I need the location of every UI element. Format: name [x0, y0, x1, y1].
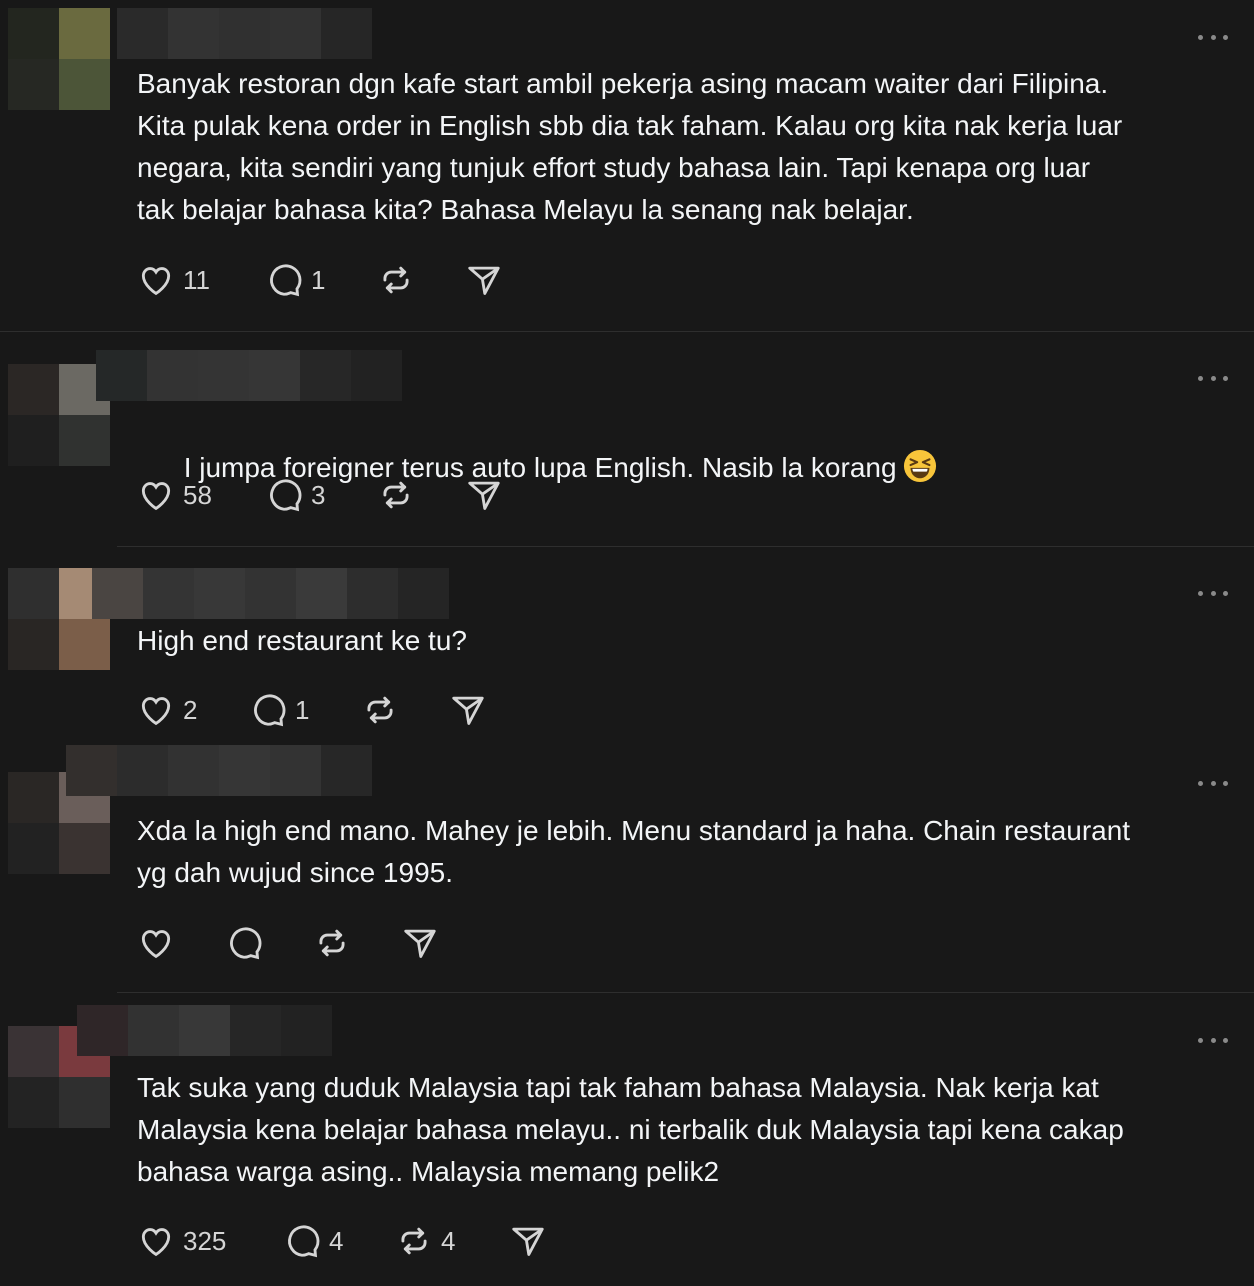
- more-options-icon[interactable]: [1198, 778, 1228, 788]
- repost-count: 4: [441, 1225, 456, 1256]
- reply-count: 3: [311, 479, 326, 510]
- comment-bubble-icon: [270, 264, 302, 297]
- reply-post: Tak suka yang duduk Malaysia tapi tak fa…: [0, 993, 1254, 1286]
- reply-post: High end restaurant ke tu? 2 1: [0, 547, 1254, 737]
- repost-button[interactable]: [313, 923, 401, 963]
- reply-button[interactable]: 3: [265, 475, 377, 515]
- like-count: 11: [183, 264, 210, 295]
- like-count: 2: [183, 694, 198, 725]
- repost-button[interactable]: [361, 690, 449, 730]
- reply-count: 4: [329, 1225, 344, 1256]
- post-actions: 325 4 4: [137, 1221, 547, 1261]
- more-options-icon[interactable]: [1198, 373, 1228, 383]
- send-icon: [468, 481, 500, 510]
- like-count: 58: [183, 479, 212, 510]
- grinning-squinting-face-icon: [903, 449, 936, 483]
- heart-icon: [141, 697, 171, 726]
- thread-replies-feed: Banyak restoran dgn kafe start ambil pek…: [0, 0, 1254, 1286]
- comment-bubble-icon: [288, 1225, 320, 1258]
- more-options-icon[interactable]: [1198, 1035, 1228, 1045]
- repost-button[interactable]: [377, 475, 465, 515]
- repost-icon: [383, 481, 409, 509]
- reply-post: I jumpa foreigner terus auto lupa Englis…: [0, 332, 1254, 547]
- reply-button[interactable]: 1: [265, 260, 377, 300]
- repost-button[interactable]: 4: [395, 1221, 509, 1261]
- post-actions: 58 3: [137, 475, 503, 515]
- reply-count: 1: [311, 264, 326, 295]
- reply-count: 1: [295, 694, 310, 725]
- post-actions: 11 1: [137, 260, 503, 300]
- send-icon: [512, 1227, 544, 1256]
- send-icon: [404, 929, 436, 958]
- username-redacted[interactable]: [77, 1005, 332, 1056]
- comment-bubble-icon: [270, 479, 302, 512]
- repost-icon: [383, 266, 409, 294]
- like-button[interactable]: 11: [137, 260, 265, 300]
- like-button[interactable]: 2: [137, 690, 249, 730]
- share-button[interactable]: [449, 690, 487, 730]
- comment-bubble-icon: [230, 927, 262, 960]
- reply-button[interactable]: [225, 923, 313, 963]
- share-button[interactable]: [465, 260, 503, 300]
- avatar[interactable]: [8, 364, 110, 466]
- post-actions: 2 1: [137, 690, 487, 730]
- comment-bubble-icon: [254, 694, 286, 727]
- share-button[interactable]: [465, 475, 503, 515]
- post-text: Banyak restoran dgn kafe start ambil pek…: [137, 68, 1123, 225]
- username-redacted[interactable]: [92, 568, 449, 619]
- heart-icon: [141, 1228, 171, 1257]
- repost-icon: [367, 696, 393, 724]
- reply-button[interactable]: 4: [283, 1221, 395, 1261]
- post-text: Xda la high end mano. Mahey je lebih. Me…: [137, 815, 1131, 888]
- username-redacted[interactable]: [117, 8, 372, 59]
- heart-icon: [141, 482, 171, 511]
- share-button[interactable]: [509, 1221, 547, 1261]
- like-button[interactable]: 325: [137, 1221, 283, 1261]
- like-button[interactable]: 58: [137, 475, 265, 515]
- reply-post: Banyak restoran dgn kafe start ambil pek…: [0, 0, 1254, 332]
- post-text: High end restaurant ke tu?: [137, 625, 467, 656]
- heart-icon: [141, 267, 171, 296]
- send-icon: [468, 266, 500, 295]
- repost-icon: [401, 1227, 427, 1255]
- heart-icon: [141, 930, 171, 959]
- like-button[interactable]: [137, 923, 225, 963]
- more-options-icon[interactable]: [1198, 32, 1228, 42]
- post-actions: [137, 923, 439, 963]
- send-icon: [452, 696, 484, 725]
- avatar[interactable]: [8, 8, 110, 110]
- username-redacted[interactable]: [66, 745, 372, 796]
- reply-button[interactable]: 1: [249, 690, 361, 730]
- more-options-icon[interactable]: [1198, 588, 1228, 598]
- username-redacted[interactable]: [96, 350, 402, 401]
- post-text: Tak suka yang duduk Malaysia tapi tak fa…: [137, 1072, 1124, 1187]
- reply-post: Xda la high end mano. Mahey je lebih. Me…: [0, 737, 1254, 992]
- repost-button[interactable]: [377, 260, 465, 300]
- share-button[interactable]: [401, 923, 439, 963]
- repost-icon: [319, 929, 345, 957]
- like-count: 325: [183, 1225, 227, 1256]
